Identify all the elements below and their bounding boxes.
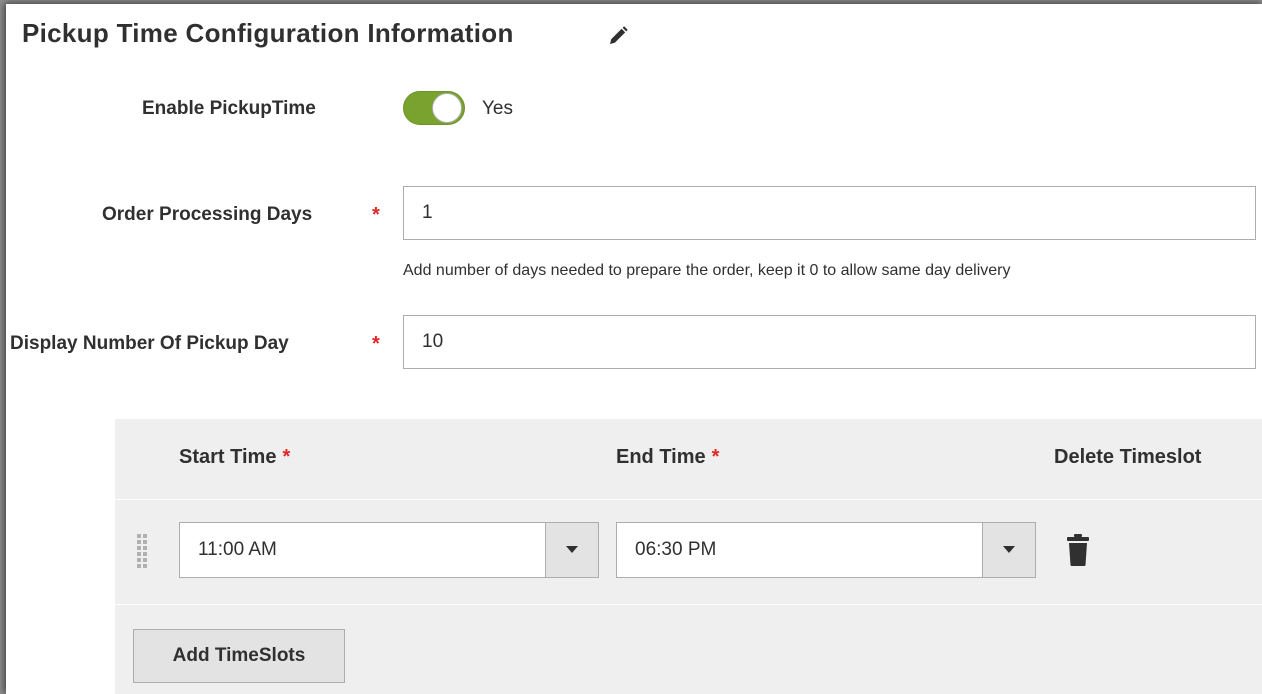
start-time-value: 11:00 AM [198, 539, 277, 560]
end-time-dropdown-button[interactable] [982, 523, 1035, 577]
table-row: 11:00 AM 06:30 PM [115, 500, 1262, 605]
enable-pickup-toggle[interactable] [403, 91, 465, 125]
toggle-knob [432, 93, 462, 123]
column-start-time: Start Time * [179, 446, 290, 469]
required-mark: * [372, 204, 380, 226]
display-pickup-days-input[interactable] [403, 315, 1256, 369]
start-time-select[interactable]: 11:00 AM [179, 522, 599, 578]
enable-pickup-label: Enable PickupTime [142, 98, 316, 119]
add-timeslots-button[interactable]: Add TimeSlots [133, 629, 345, 683]
timeslot-grid-header: Start Time * End Time * Delete Timeslot [115, 419, 1262, 500]
order-processing-days-label: Order Processing Days [102, 204, 313, 225]
section-title: Pickup Time Configuration Information [22, 18, 514, 48]
required-mark: * [282, 446, 291, 468]
pickup-config-panel: Pickup Time Configuration Information En… [6, 4, 1262, 694]
drag-handle-icon[interactable] [137, 534, 149, 568]
trash-icon[interactable] [1066, 534, 1090, 566]
caret-down-icon [566, 546, 578, 553]
order-processing-days-input[interactable] [403, 186, 1256, 240]
start-time-dropdown-button[interactable] [545, 523, 598, 577]
caret-down-icon [1003, 546, 1015, 553]
column-delete-timeslot: Delete Timeslot [1054, 446, 1202, 468]
column-end-time-label: End Time [616, 446, 706, 468]
display-pickup-days-label: Display Number Of Pickup Day [10, 333, 289, 354]
enable-pickup-value: Yes [482, 98, 513, 119]
required-mark: * [372, 333, 380, 355]
pencil-icon[interactable] [606, 24, 630, 48]
timeslot-grid: Start Time * End Time * Delete Timeslot 11 [115, 419, 1262, 694]
order-processing-days-note: Add number of days needed to prepare the… [403, 262, 1011, 279]
column-end-time: End Time * [616, 446, 719, 469]
required-mark: * [711, 446, 720, 468]
end-time-value: 06:30 PM [635, 539, 717, 560]
end-time-select[interactable]: 06:30 PM [616, 522, 1036, 578]
column-start-time-label: Start Time [179, 446, 277, 468]
